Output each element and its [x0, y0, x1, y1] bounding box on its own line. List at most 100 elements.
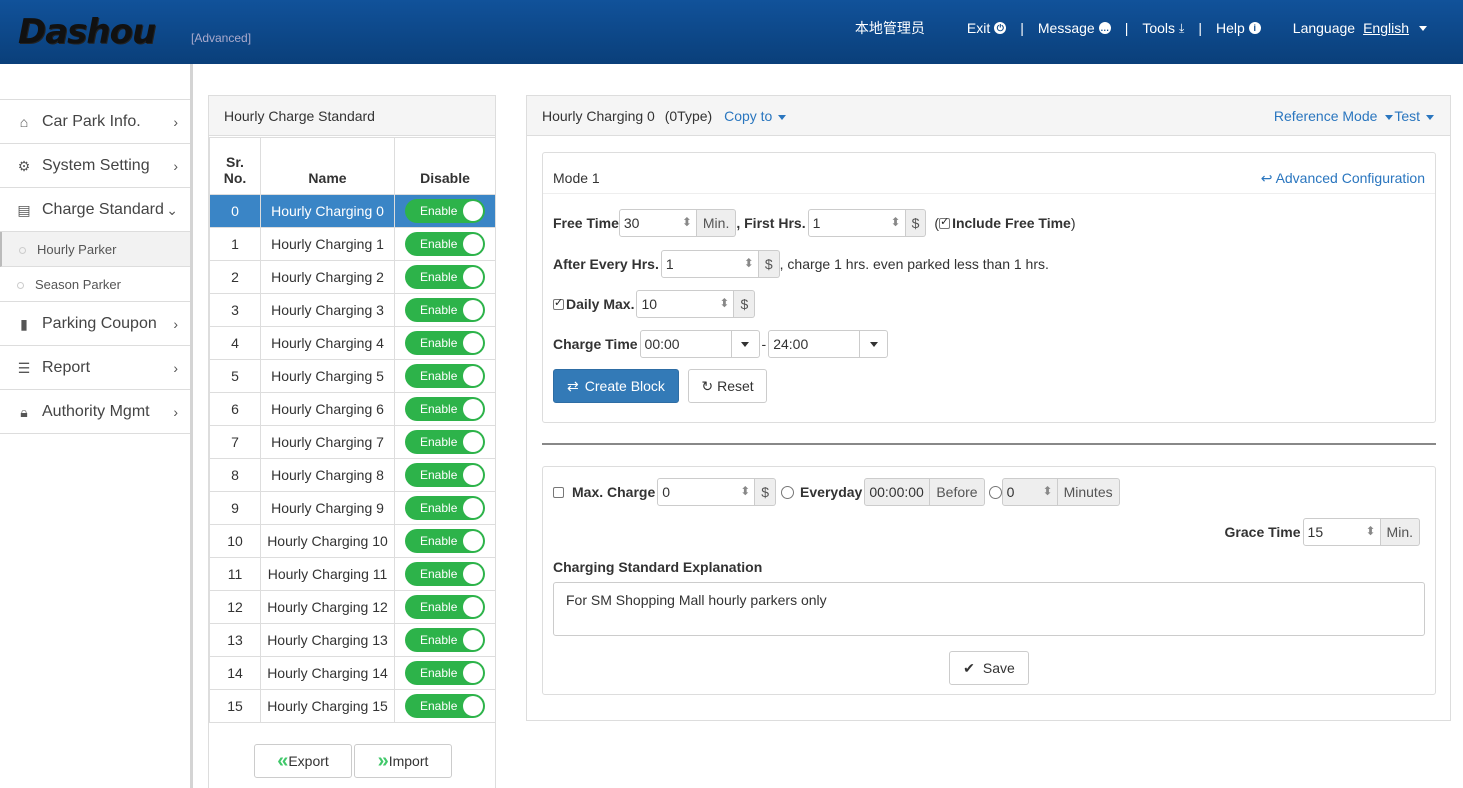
table-row[interactable]: 10 Hourly Charging 10 Enable [209, 524, 496, 558]
max-charge-checkbox[interactable] [553, 486, 564, 498]
everyday-radio[interactable] [781, 485, 795, 499]
table-row[interactable]: 8 Hourly Charging 8 Enable [209, 458, 496, 492]
daily-max-input[interactable]: 10 [636, 290, 735, 318]
tools-link[interactable]: Tools ⤓ [1142, 20, 1184, 36]
caret-down-icon [1419, 25, 1427, 31]
enable-toggle[interactable]: Enable [405, 496, 485, 520]
after-every-input[interactable]: 1 [660, 250, 759, 278]
import-button[interactable]: » Import [354, 744, 452, 778]
sidebar-subitem-hourly-parker[interactable]: Hourly Parker [0, 232, 190, 267]
enable-toggle[interactable]: Enable [405, 463, 485, 487]
row-toggle-cell: Enable [394, 623, 496, 657]
sidebar-item-authority-mgmt[interactable]: 🔒︎ Authority Mgmt › [0, 390, 190, 434]
table-row[interactable]: 1 Hourly Charging 1 Enable [209, 227, 496, 261]
row-name[interactable]: Hourly Charging 9 [260, 491, 395, 525]
row-name[interactable]: Hourly Charging 0 [260, 194, 395, 228]
column-header-name: Name [260, 137, 395, 195]
reference-mode-dropdown[interactable]: Reference Mode [1274, 108, 1378, 124]
charge-time-from-select[interactable]: 00:00 [639, 330, 760, 358]
exit-link[interactable]: Exit ⏻ [967, 20, 1007, 36]
row-name[interactable]: Hourly Charging 2 [260, 260, 395, 294]
enable-toggle[interactable]: Enable [405, 661, 485, 685]
table-row[interactable]: 6 Hourly Charging 6 Enable [209, 392, 496, 426]
row-name[interactable]: Hourly Charging 13 [260, 623, 395, 657]
include-free-time-checkbox[interactable] [939, 215, 951, 229]
row-name[interactable]: Hourly Charging 7 [260, 425, 395, 459]
table-row[interactable]: 5 Hourly Charging 5 Enable [209, 359, 496, 393]
sidebar-item-parking-coupon[interactable]: ▮ Parking Coupon › [0, 302, 190, 346]
enable-toggle[interactable]: Enable [405, 199, 485, 223]
enable-toggle[interactable]: Enable [405, 562, 485, 586]
enable-toggle[interactable]: Enable [405, 529, 485, 553]
table-row[interactable]: 0 Hourly Charging 0 Enable [209, 194, 496, 228]
toggle-knob [463, 531, 483, 551]
enable-toggle[interactable]: Enable [405, 298, 485, 322]
table-row[interactable]: 3 Hourly Charging 3 Enable [209, 293, 496, 327]
advanced-configuration-link[interactable]: ↩ Advanced Configuration [1261, 170, 1425, 187]
enable-toggle[interactable]: Enable [405, 364, 485, 388]
table-row[interactable]: 13 Hourly Charging 13 Enable [209, 623, 496, 657]
minutes-radio[interactable] [988, 485, 1002, 499]
explanation-label-row: Charging Standard Explanation [553, 559, 762, 575]
row-name[interactable]: Hourly Charging 1 [260, 227, 395, 261]
language-dropdown[interactable]: Language English [1293, 20, 1427, 36]
table-row[interactable]: 2 Hourly Charging 2 Enable [209, 260, 496, 294]
enable-toggle[interactable]: Enable [405, 694, 485, 718]
reset-button[interactable]: ↻ Reset [688, 369, 767, 403]
table-row[interactable]: 4 Hourly Charging 4 Enable [209, 326, 496, 360]
enable-toggle[interactable]: Enable [405, 397, 485, 421]
enable-toggle[interactable]: Enable [405, 430, 485, 454]
row-name[interactable]: Hourly Charging 10 [260, 524, 395, 558]
row-name[interactable]: Hourly Charging 5 [260, 359, 395, 393]
charge-time-row: Charge Time 00:00 - 24:00 [553, 330, 889, 358]
row-name[interactable]: Hourly Charging 6 [260, 392, 395, 426]
daily-max-currency: $ [734, 290, 756, 318]
export-arrow-icon: « [277, 749, 288, 772]
row-name[interactable]: Hourly Charging 14 [260, 656, 395, 690]
row-name[interactable]: Hourly Charging 4 [260, 326, 395, 360]
explanation-textarea[interactable]: For SM Shopping Mall hourly parkers only [553, 582, 1425, 636]
max-charge-input[interactable]: 0 [657, 478, 756, 506]
enable-toggle[interactable]: Enable [405, 232, 485, 256]
everyday-time-input[interactable]: 00:00:00 [864, 478, 931, 506]
sidebar-item-report[interactable]: ☰ Report › [0, 346, 190, 390]
row-name[interactable]: Hourly Charging 3 [260, 293, 395, 327]
table-row[interactable]: 15 Hourly Charging 15 Enable [209, 689, 496, 723]
export-button[interactable]: «Export [254, 744, 352, 778]
sidebar-subitem-season-parker[interactable]: Season Parker [0, 267, 190, 302]
daily-max-checkbox[interactable] [553, 296, 564, 310]
row-name[interactable]: Hourly Charging 8 [260, 458, 395, 492]
table-row[interactable]: 7 Hourly Charging 7 Enable [209, 425, 496, 459]
table-row[interactable]: 14 Hourly Charging 14 Enable [209, 656, 496, 690]
help-link[interactable]: Help i [1216, 20, 1261, 36]
enable-toggle[interactable]: Enable [405, 331, 485, 355]
row-number: 2 [209, 260, 261, 294]
minutes-input[interactable]: 0 [1001, 478, 1058, 506]
row-name[interactable]: Hourly Charging 11 [260, 557, 395, 591]
table-row[interactable]: 11 Hourly Charging 11 Enable [209, 557, 496, 591]
sidebar-item-car-park-info[interactable]: ⌂ Car Park Info. › [0, 100, 190, 144]
sidebar-item-charge-standard[interactable]: ▤ Charge Standard ⌄ [0, 188, 190, 232]
mode-actions: ⇄ Create Block ↻ Reset [553, 369, 767, 403]
after-every-label: After Every Hrs. [553, 256, 659, 272]
mode-box: Mode 1 ↩ Advanced Configuration Free Tim… [542, 152, 1436, 423]
row-name[interactable]: Hourly Charging 15 [260, 689, 395, 723]
enable-toggle[interactable]: Enable [405, 595, 485, 619]
create-block-button[interactable]: ⇄ Create Block [553, 369, 679, 403]
toggle-label: Enable [420, 501, 458, 515]
sidebar-item-system-setting[interactable]: ⚙ System Setting › [0, 144, 190, 188]
save-button[interactable]: ✔ Save [949, 651, 1029, 685]
message-link[interactable]: Message… [1038, 20, 1111, 36]
test-dropdown[interactable]: Test [1381, 108, 1434, 124]
row-name[interactable]: Hourly Charging 12 [260, 590, 395, 624]
free-time-input[interactable]: 30 [618, 209, 697, 237]
table-row[interactable]: 12 Hourly Charging 12 Enable [209, 590, 496, 624]
enable-toggle[interactable]: Enable [405, 265, 485, 289]
table-row[interactable]: 9 Hourly Charging 9 Enable [209, 491, 496, 525]
enable-toggle[interactable]: Enable [405, 628, 485, 652]
copy-to-dropdown[interactable]: Copy to [724, 108, 787, 124]
user-name[interactable]: 本地管理员 [855, 18, 925, 38]
grace-time-input[interactable]: 15 [1302, 518, 1381, 546]
charge-time-to-select[interactable]: 24:00 [768, 330, 889, 358]
first-hrs-input[interactable]: 1 [807, 209, 906, 237]
